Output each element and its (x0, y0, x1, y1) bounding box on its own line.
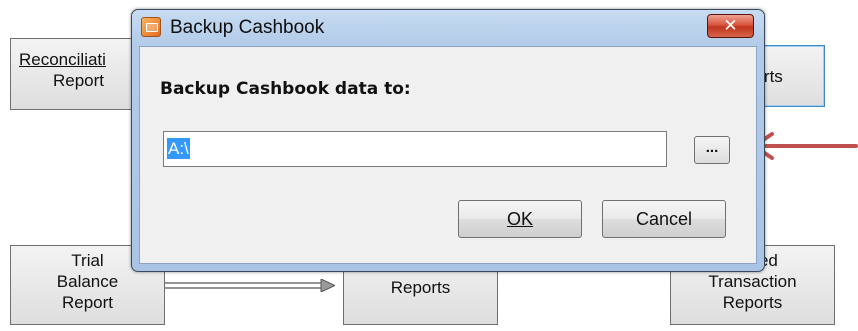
dialog-title: Backup Cashbook (170, 17, 325, 38)
ok-label: OK (506, 209, 533, 229)
backup-cashbook-dialog: Backup Cashbook ✕ Backup Cashbook data t… (131, 9, 765, 272)
close-button[interactable]: ✕ (707, 14, 754, 38)
app-icon (141, 17, 161, 37)
userdef-label-line3: Reports (722, 293, 783, 312)
trial-label-line2: Balance (56, 272, 119, 291)
dialog-titlebar[interactable]: Backup Cashbook ✕ (132, 10, 764, 46)
browse-ellipsis: ... (705, 139, 719, 156)
reconciliation-label-line2: Report (53, 71, 105, 90)
close-icon: ✕ (723, 16, 738, 36)
details-label-line2: Reports (390, 278, 451, 297)
backup-path-input[interactable]: A:\ (163, 131, 667, 167)
userdef-label-line2: Transaction (708, 272, 797, 291)
cancel-label: Cancel (635, 209, 693, 229)
browse-button[interactable]: ... (694, 136, 730, 164)
cancel-button[interactable]: Cancel (602, 200, 726, 238)
dialog-body: Backup Cashbook data to: A:\ ... OK Canc… (139, 46, 757, 264)
reconciliation-report-button[interactable]: Reconciliati Report (10, 38, 140, 110)
reconciliation-label-line1: Reconciliati (19, 50, 106, 69)
ok-button[interactable]: OK (458, 200, 582, 238)
backup-path-value: A:\ (167, 138, 190, 159)
trial-label-line3: Report (61, 293, 114, 312)
backup-prompt-label: Backup Cashbook data to: (160, 79, 411, 99)
flow-arrow (165, 279, 335, 292)
